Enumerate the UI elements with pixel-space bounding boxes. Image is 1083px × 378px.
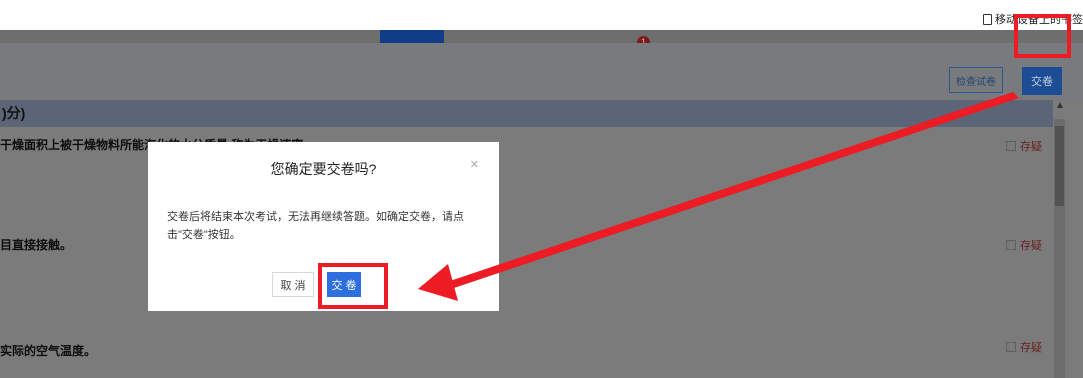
arrow-shaft <box>444 92 1019 290</box>
arrow-head <box>418 264 458 301</box>
annotation-arrow <box>418 92 1019 301</box>
